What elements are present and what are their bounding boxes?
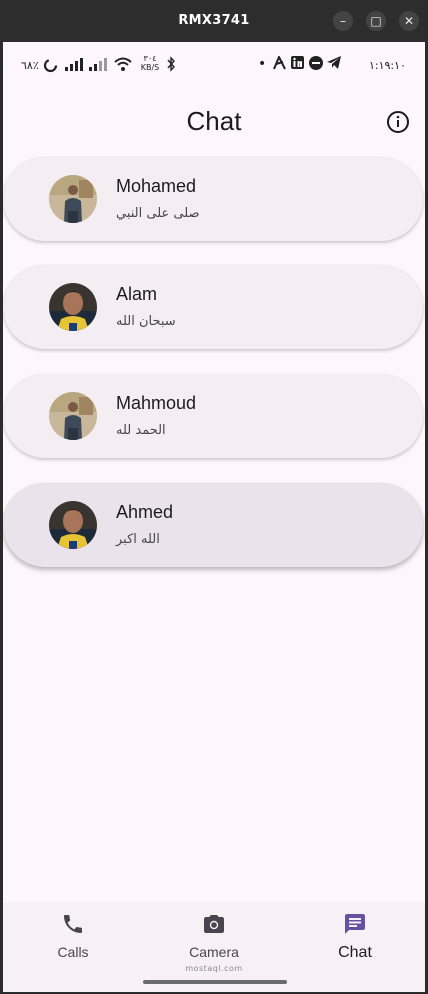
phone-screen: ٦٨٪ ٣٠٤ KB/S • ١:١٩:١٠ Chat Mohamed صلى …: [3, 42, 425, 992]
last-message: الله اكبر: [116, 532, 160, 547]
avatar: [49, 392, 97, 440]
status-bar: ٦٨٪ ٣٠٤ KB/S • ١:١٩:١٠: [3, 42, 425, 92]
contact-name: Mahmoud: [116, 393, 197, 413]
telegram-icon: [327, 56, 341, 72]
clock: ١:١٩:١٠: [369, 59, 406, 72]
signal-icon-2: [89, 57, 107, 71]
avatar: [49, 283, 97, 331]
linkedin-icon: [291, 56, 304, 72]
nav-label-chat: Chat: [338, 944, 372, 961]
notification-dot: •: [258, 56, 267, 72]
window-titlebar: RMX3741 – □ ✕: [0, 0, 428, 42]
window-title: RMX3741: [178, 13, 250, 28]
minimize-button[interactable]: –: [333, 11, 353, 31]
contact-name: Mohamed: [116, 176, 197, 196]
camera-icon: [202, 915, 226, 940]
bottom-navigation: Calls Camera Chat mostaql.com: [3, 902, 425, 992]
chat-item-alam[interactable]: Alam سبحان الله: [3, 265, 423, 349]
nav-item-calls[interactable]: Calls: [3, 912, 143, 960]
watermark: mostaql.com: [185, 964, 243, 973]
app-badge-icon: [309, 56, 323, 73]
avatar: [49, 175, 97, 223]
info-icon[interactable]: [386, 110, 410, 134]
chat-item-mahmoud[interactable]: Mahmoud الحمد لله: [3, 374, 423, 458]
home-indicator[interactable]: [143, 980, 287, 984]
chat-icon: [343, 914, 367, 940]
last-message: الحمد لله: [116, 423, 166, 438]
last-message: صلى على النبي: [116, 206, 200, 221]
close-button[interactable]: ✕: [399, 11, 419, 31]
signal-icon-1: [65, 57, 83, 71]
phone-icon: [61, 915, 85, 940]
bluetooth-icon: [166, 56, 176, 75]
contact-name: Ahmed: [116, 502, 174, 522]
nav-item-camera[interactable]: Camera: [144, 912, 284, 960]
page-title: Chat: [186, 106, 242, 136]
chat-item-mohamed[interactable]: Mohamed صلى على النبي: [3, 157, 423, 241]
network-speed: ٣٠٤ KB/S: [140, 54, 160, 72]
quiz-app-icon: [273, 54, 286, 73]
nav-item-chat[interactable]: Chat: [285, 912, 425, 962]
last-message: سبحان الله: [116, 314, 176, 329]
wifi-icon: [114, 56, 132, 75]
nav-label-calls: Calls: [57, 944, 89, 960]
contact-name: Alam: [116, 284, 158, 304]
chat-item-ahmed[interactable]: Ahmed الله اكبر: [3, 483, 423, 567]
maximize-button[interactable]: □: [366, 11, 386, 31]
battery-level: ٦٨٪: [21, 59, 39, 72]
battery-ring-icon: [43, 58, 58, 76]
nav-label-camera: Camera: [189, 944, 239, 960]
avatar: [49, 501, 97, 549]
